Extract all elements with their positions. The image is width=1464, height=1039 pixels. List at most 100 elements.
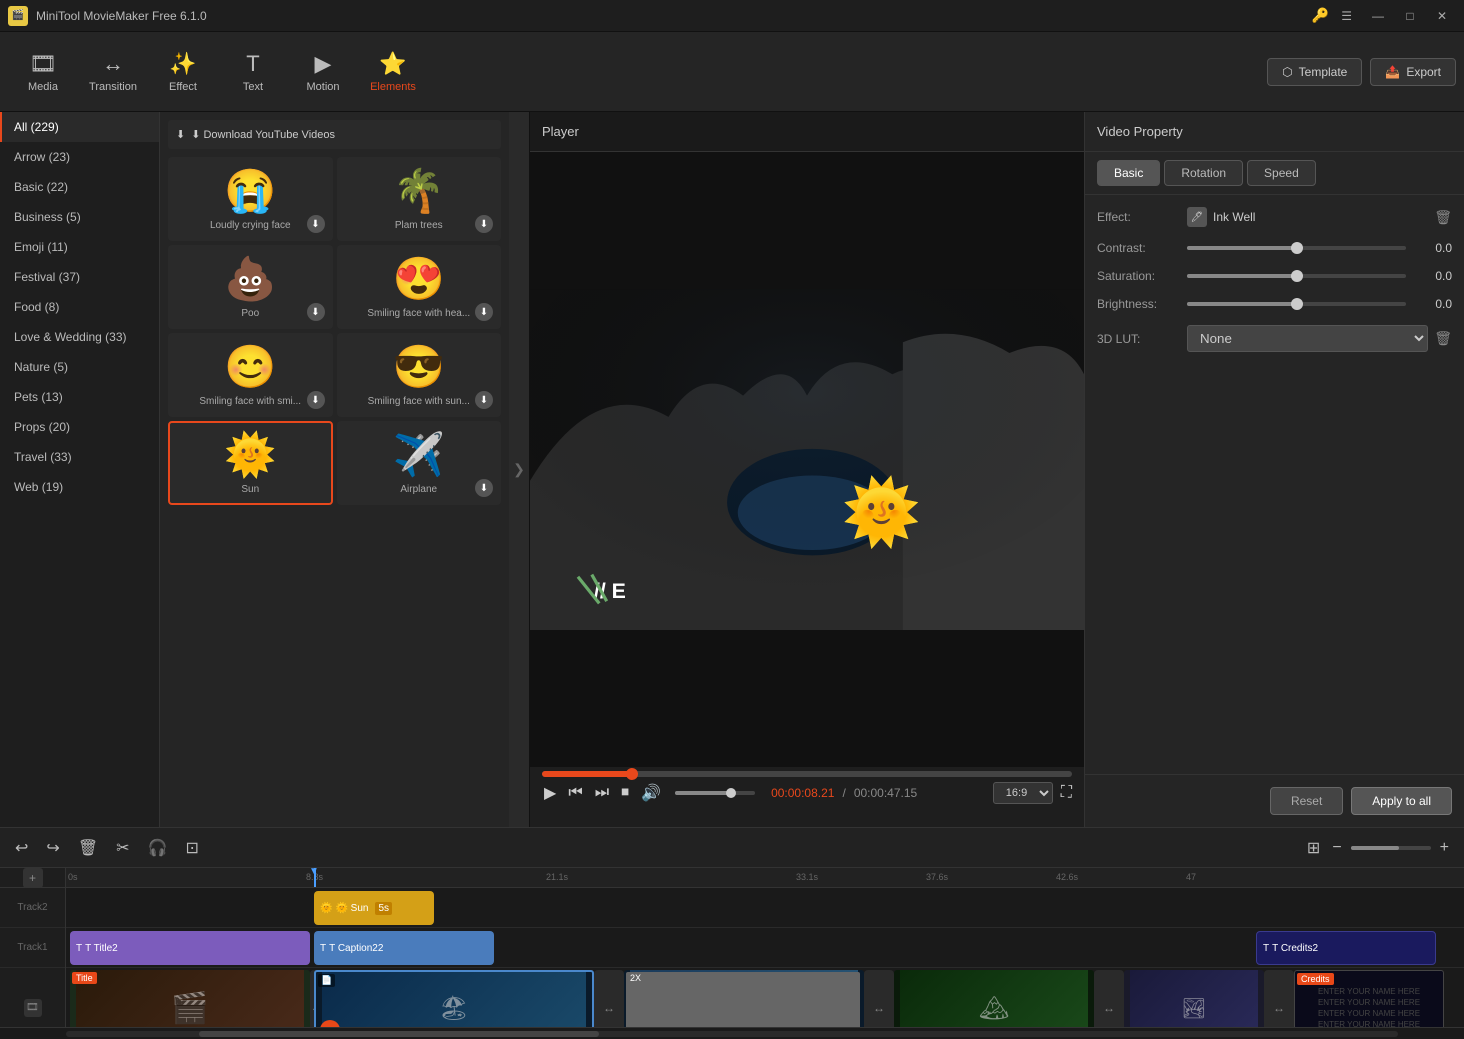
element-loudly-crying-face[interactable]: 😭 Loudly crying face ⬇ [168, 157, 333, 241]
fullscreen-button[interactable]: ⛶ [1061, 784, 1072, 802]
2x-badge: 2X [626, 972, 860, 1027]
brightness-slider[interactable] [1187, 302, 1406, 306]
horizontal-scrollbar[interactable] [0, 1027, 1464, 1039]
menu-icon[interactable]: ☰ [1341, 9, 1352, 23]
element-download-btn-airplane[interactable]: ⬇ [475, 479, 493, 497]
tab-speed[interactable]: Speed [1247, 160, 1316, 186]
apply-all-button[interactable]: Apply to all [1351, 787, 1452, 815]
sidebar-item-emoji[interactable]: Emoji (11) [0, 232, 159, 262]
saturation-slider[interactable] [1187, 274, 1406, 278]
effect-delete-icon[interactable]: 🗑 [1434, 209, 1452, 226]
zoom-fit-button[interactable]: ⊞ [1304, 835, 1323, 861]
video-track-icon[interactable]: 🎞 [24, 999, 42, 1017]
volume-slider[interactable] [675, 791, 755, 795]
element-download-btn-crying[interactable]: ⬇ [307, 215, 325, 233]
contrast-slider[interactable] [1187, 246, 1406, 250]
element-smiling-face[interactable]: 😊 Smiling face with smi... ⬇ [168, 333, 333, 417]
minimize-button[interactable]: — [1364, 6, 1392, 26]
element-download-btn-palm[interactable]: ⬇ [475, 215, 493, 233]
delete-clip-button[interactable]: 🗑 [75, 835, 101, 861]
lut-delete-icon[interactable]: 🗑 [1434, 330, 1452, 347]
text-tab[interactable]: T Text [218, 36, 288, 108]
scrollbar-track[interactable] [66, 1031, 1398, 1037]
caption22-clip[interactable]: T T Caption22 [314, 931, 494, 965]
sidebar-item-web[interactable]: Web (19) [0, 472, 159, 502]
element-smiling-sunglasses[interactable]: 😎 Smiling face with sun... ⬇ [337, 333, 502, 417]
player-progress-bar[interactable] [542, 771, 1072, 777]
zoom-slider[interactable] [1351, 846, 1431, 850]
add-track-icon[interactable]: + [23, 868, 43, 888]
export-button[interactable]: 📤 Export [1370, 58, 1456, 86]
progress-thumb[interactable] [626, 768, 638, 780]
tab-basic[interactable]: Basic [1097, 160, 1160, 186]
zoom-out-button[interactable]: − [1329, 836, 1344, 860]
play-button[interactable]: ▶ [542, 781, 558, 805]
element-download-btn-sunglasses[interactable]: ⬇ [475, 391, 493, 409]
transition-5[interactable]: ↔ [1264, 970, 1294, 1027]
element-sun[interactable]: 🌞 Sun [168, 421, 333, 505]
element-download-btn-poo[interactable]: ⬇ [307, 303, 325, 321]
sidebar-item-festival[interactable]: Festival (37) [0, 262, 159, 292]
video-clip-5[interactable]: 🏞 [1124, 970, 1264, 1027]
volume-button[interactable]: 🔊 [639, 781, 663, 805]
video-clip-4[interactable]: 🏔 [894, 970, 1094, 1027]
sidebar-item-love-wedding[interactable]: Love & Wedding (33) [0, 322, 159, 352]
lut-select[interactable]: None [1187, 325, 1428, 352]
sidebar-item-food[interactable]: Food (8) [0, 292, 159, 322]
video-clip-2[interactable]: 📄 🏖 ✕ [314, 970, 594, 1027]
crop-button[interactable]: ⊡ [182, 835, 201, 861]
element-poo[interactable]: 💩 Poo ⬇ [168, 245, 333, 329]
close-button[interactable]: ✕ [1428, 6, 1456, 26]
brightness-slider-thumb[interactable] [1291, 298, 1303, 310]
stop-button[interactable]: ⏹ [619, 782, 631, 804]
sun-clip[interactable]: 🌞 🌞 Sun 5s [314, 891, 434, 925]
skip-back-button[interactable]: ⏮ [566, 782, 584, 804]
sidebar-item-arrow[interactable]: Arrow (23) [0, 142, 159, 172]
video-clip-1[interactable]: Title 🎬 [70, 970, 310, 1027]
element-download-btn-smile[interactable]: ⬇ [307, 391, 325, 409]
element-airplane[interactable]: ✈️ Airplane ⬇ [337, 421, 502, 505]
sidebar-item-business[interactable]: Business (5) [0, 202, 159, 232]
effect-tab[interactable]: ✨ Effect [148, 36, 218, 108]
video-clip-6[interactable]: Credits ENTER YOUR NAME HEREENTER YOUR N… [1294, 970, 1444, 1027]
elements-tab[interactable]: ⭐ Elements [358, 36, 428, 108]
credits2-clip[interactable]: T T Credits2 [1256, 931, 1436, 965]
reset-button[interactable]: Reset [1270, 787, 1343, 815]
transition-3[interactable]: ↔ [864, 970, 894, 1027]
sidebar-item-travel[interactable]: Travel (33) [0, 442, 159, 472]
aspect-ratio-select[interactable]: 16:9 4:3 1:1 9:16 [993, 782, 1053, 804]
transition-4[interactable]: ↔ [1094, 970, 1124, 1027]
panel-collapse-btn[interactable]: ❯ [509, 112, 529, 827]
redo-button[interactable]: ↪ [43, 835, 62, 861]
sidebar-label-pets: Pets (13) [14, 390, 63, 404]
sidebar-item-all[interactable]: All (229) [0, 112, 159, 142]
tab-rotation[interactable]: Rotation [1164, 160, 1243, 186]
cut-button[interactable]: ✂ [113, 835, 132, 861]
zoom-in-button[interactable]: + [1437, 836, 1452, 860]
transition-2[interactable]: ↔ [594, 970, 624, 1027]
sidebar-item-pets[interactable]: Pets (13) [0, 382, 159, 412]
element-download-btn-heart-face[interactable]: ⬇ [475, 303, 493, 321]
track-area: 0s 8.8s 21.1s 33.1s 37.6s 42.6s 47 🌞 🌞 S… [66, 868, 1464, 1027]
scrollbar-thumb[interactable] [199, 1031, 599, 1037]
video-clip-3[interactable]: 🏊 2X [624, 970, 864, 1027]
volume-thumb[interactable] [726, 788, 736, 798]
skip-forward-button[interactable]: ⏭ [593, 782, 611, 804]
transition-tab[interactable]: ↔ Transition [78, 36, 148, 108]
sidebar-item-props[interactable]: Props (20) [0, 412, 159, 442]
sidebar-item-basic[interactable]: Basic (22) [0, 172, 159, 202]
maximize-button[interactable]: □ [1396, 6, 1424, 26]
audio-button[interactable]: 🎧 [145, 835, 171, 861]
sidebar-item-nature[interactable]: Nature (5) [0, 352, 159, 382]
element-smiling-heart[interactable]: 😍 Smiling face with hea... ⬇ [337, 245, 502, 329]
motion-tab[interactable]: ▶ Motion [288, 36, 358, 108]
template-button[interactable]: ⬡ Template [1267, 58, 1362, 86]
contrast-slider-thumb[interactable] [1291, 242, 1303, 254]
media-tab[interactable]: 🎞 Media [8, 36, 78, 108]
title2-clip[interactable]: T T Title2 [70, 931, 310, 965]
saturation-slider-thumb[interactable] [1291, 270, 1303, 282]
playhead[interactable] [314, 868, 316, 887]
download-youtube-bar[interactable]: ⬇ ⬇ Download YouTube Videos [168, 120, 501, 149]
element-palm-trees[interactable]: 🌴 Plam trees ⬇ [337, 157, 502, 241]
undo-button[interactable]: ↩ [12, 835, 31, 861]
